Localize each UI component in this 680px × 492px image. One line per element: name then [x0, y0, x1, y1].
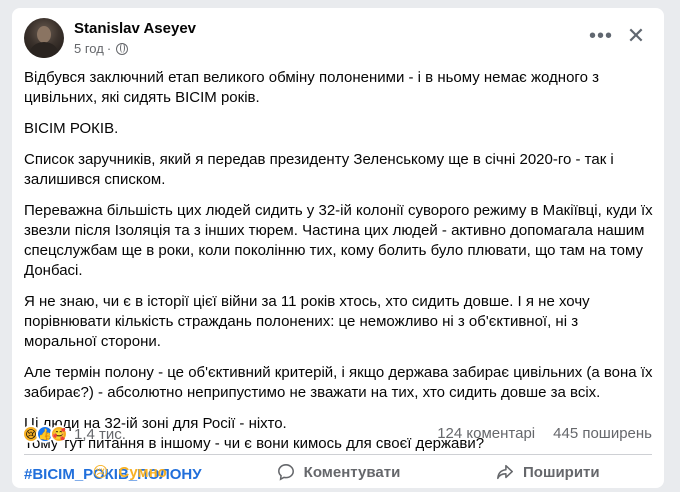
- more-options-button[interactable]: •••: [587, 22, 615, 50]
- shares-count[interactable]: 445 поширень: [553, 425, 652, 442]
- share-arrow-icon: [495, 462, 515, 482]
- post-paragraph: Переважна більшість цих людей сидить у 3…: [24, 202, 653, 279]
- post-paragraph: Але термін полону - це об'єктивний крите…: [24, 364, 653, 401]
- close-button[interactable]: ✕: [622, 22, 650, 50]
- post-time[interactable]: 5 год: [74, 41, 104, 56]
- post-meta: 5 год ·: [74, 41, 129, 56]
- post-paragraph: Я не знаю, чи є в історії цієї війни за …: [24, 293, 590, 350]
- divider: [24, 454, 652, 455]
- comment-button[interactable]: Коментувати: [233, 457, 442, 487]
- comments-count[interactable]: 124 коментарі: [437, 425, 535, 442]
- post-paragraph: ВІСІМ РОКІВ.: [24, 120, 119, 137]
- post-stats: 124 коментарі 445 поширень: [437, 425, 652, 442]
- react-button[interactable]: 😢 Сумно: [24, 457, 233, 487]
- globe-icon[interactable]: [116, 42, 129, 55]
- share-label: Поширити: [523, 463, 600, 481]
- meta-separator: ·: [106, 41, 112, 56]
- share-button[interactable]: Поширити: [443, 457, 652, 487]
- post-paragraph: Відбувся заключний етап великого обміну …: [24, 69, 599, 106]
- care-reaction-icon: 🥰: [50, 425, 68, 443]
- react-label: Сумно: [118, 463, 167, 481]
- post-paragraph: Список заручників, який я передав презид…: [24, 151, 614, 188]
- author-name[interactable]: Stanislav Aseyev: [74, 20, 196, 37]
- comment-bubble-icon: [276, 462, 296, 482]
- post-card: Stanislav Aseyev 5 год · ••• ✕ Відбувся …: [12, 8, 664, 488]
- action-bar: 😢 Сумно Коментувати Поширити: [24, 457, 652, 487]
- reaction-count[interactable]: 1,4 тис.: [74, 426, 126, 443]
- close-icon: ✕: [626, 23, 646, 48]
- more-dots-icon: •••: [588, 24, 613, 47]
- sad-face-icon: 😢: [92, 464, 109, 481]
- reactions-summary[interactable]: 😢 👍 🥰 1,4 тис.: [22, 423, 126, 445]
- post-header: Stanislav Aseyev 5 год · ••• ✕: [12, 8, 664, 64]
- comment-label: Коментувати: [303, 463, 401, 481]
- avatar[interactable]: [24, 18, 64, 58]
